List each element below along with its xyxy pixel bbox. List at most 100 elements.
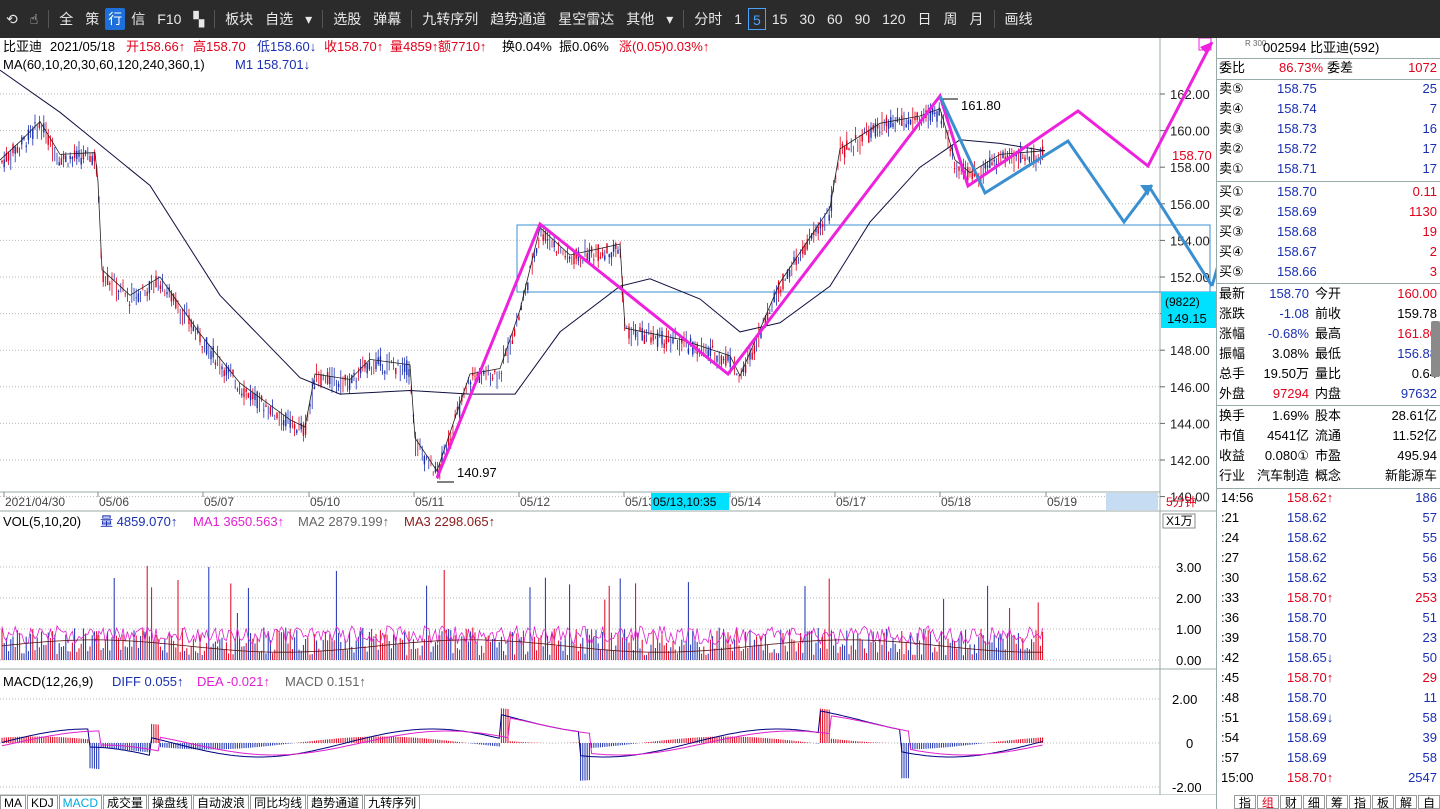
date-tick-label: 05/12 (520, 495, 550, 509)
toolbar-item-zixuan[interactable]: 自选 (259, 8, 299, 30)
date-tick-label: 05/07 (204, 495, 234, 509)
order-label: 卖④ (1219, 101, 1244, 116)
panel-tab[interactable]: 筹 (1325, 795, 1348, 809)
toolbar-item-huaxian[interactable]: 画线 (999, 8, 1039, 30)
panel-tab[interactable]: 指 (1348, 795, 1371, 809)
header-amplitude: 振0.06% (559, 39, 609, 54)
tick-row: :45 158.70↑ 29 (1217, 668, 1440, 688)
kline-chart[interactable]: 比亚迪 2021/05/18 开158.66↑ 高158.70 低158.60↓… (0, 38, 1216, 795)
tick-price: 158.69 (1287, 730, 1327, 745)
indicator-tab-volume[interactable]: 成交量 (103, 795, 148, 809)
order-volume: 19 (1422, 224, 1437, 239)
indicator-tab-jiuzhuan[interactable]: 九转序列 (364, 795, 421, 809)
tick-row: 15:00 158.70↑ 2547 (1217, 768, 1440, 788)
toolbar-item-quan[interactable]: 全 (53, 8, 79, 30)
indicator-tab-tongbi[interactable]: 同比均线 (250, 795, 307, 809)
period-week[interactable]: 周 (938, 8, 964, 30)
window-icon[interactable]: ▚ (187, 8, 210, 30)
indicator-tab-macd[interactable]: MACD (58, 795, 103, 809)
date-tick-label: 05/14 (731, 495, 761, 509)
stat-row: 涨幅 -0.68% 最高 161.80 (1217, 324, 1440, 344)
period-30[interactable]: 30 (793, 8, 821, 30)
tick-row: :36 158.70 51 (1217, 608, 1440, 628)
panel-tab[interactable]: 组 (1256, 795, 1279, 809)
back-icon[interactable]: ⟲ (0, 8, 24, 30)
toolbar-item-hang[interactable]: 行 (105, 8, 126, 30)
toolbar-divider (993, 10, 995, 28)
panel-scrollbar[interactable] (1431, 321, 1440, 377)
toolbar-item-xuangu[interactable]: 选股 (327, 8, 367, 30)
period-month[interactable]: 月 (964, 8, 990, 30)
indicator-tab-qushi[interactable]: 趋势通道 (307, 795, 364, 809)
period-1[interactable]: 1 (728, 8, 748, 30)
toolbar-item-qita[interactable]: 其他 (620, 8, 660, 30)
magenta-wave-arrow[interactable] (435, 41, 1214, 479)
blue-wave-arrow[interactable] (938, 95, 1154, 225)
vol-ma3: MA3 2298.065↑ (404, 514, 495, 529)
chevron-down-icon[interactable]: ▾ (660, 8, 679, 30)
panel-tab[interactable]: 解 (1394, 795, 1417, 809)
sell-order-row: 卖④ 158.74 7 (1217, 99, 1440, 119)
indicator-tab-caopan[interactable]: 操盘线 (148, 795, 193, 809)
indicator-tab-wave[interactable]: 自动波浪 (193, 795, 250, 809)
indicator-tab-ma[interactable]: MA (0, 795, 26, 809)
period-60[interactable]: 60 (821, 8, 849, 30)
tick-time: :54 (1221, 730, 1240, 745)
chevron-down-icon[interactable]: ▾ (299, 8, 318, 30)
tick-time: :45 (1221, 670, 1240, 685)
tick-time: :39 (1221, 630, 1240, 645)
indicator-tab-kdj[interactable]: KDJ (27, 795, 58, 809)
toolbar-item-xingkong[interactable]: 星空雷达 (552, 8, 620, 30)
tick-volume: 51 (1422, 610, 1437, 625)
panel-tab[interactable]: 板 (1371, 795, 1394, 809)
period-15[interactable]: 15 (766, 8, 794, 30)
period-120[interactable]: 120 (876, 8, 911, 30)
date-tick-label: 05/13 (625, 495, 655, 509)
macd-tick-label: 2.00 (1172, 692, 1197, 707)
period-label: 5分钟 (1166, 494, 1197, 509)
weibi-value: 86.73% (1279, 60, 1324, 75)
order-label: 卖② (1219, 141, 1244, 156)
order-label: 买① (1219, 184, 1244, 199)
header-high: 高158.70 (193, 39, 246, 54)
hand-icon[interactable]: ☝ (24, 8, 45, 30)
panel-tabs: 指组财细筹指板解自 (1216, 795, 1440, 809)
price-tick-label: 160.00 (1170, 124, 1210, 139)
panel-tab[interactable]: 自 (1417, 795, 1440, 809)
toolbar-item-qushi[interactable]: 趋势通道 (484, 8, 552, 30)
toolbar-item-danmu[interactable]: 弹幕 (367, 8, 407, 30)
period-90[interactable]: 90 (849, 8, 877, 30)
period-fenshi[interactable]: 分时 (688, 8, 728, 30)
tick-volume: 2547 (1408, 770, 1437, 785)
stat-label: 市值 (1219, 428, 1246, 443)
vol-value: 量 4859.070↑ (100, 514, 177, 529)
stat-value: 1.69% (1272, 408, 1309, 423)
toolbar-item-jiuzhuan[interactable]: 九转序列 (416, 8, 484, 30)
tick-volume: 186 (1415, 490, 1437, 505)
tick-volume: 39 (1422, 730, 1437, 745)
order-price: 158.70 (1277, 184, 1317, 199)
toolbar-item-xin[interactable]: 信 (125, 8, 151, 30)
panel-tab[interactable]: 财 (1279, 795, 1302, 809)
tick-time: 15:00 (1221, 770, 1254, 785)
date-tick-label: 2021/04/30 (5, 495, 65, 509)
scroll-thumb[interactable] (1106, 493, 1158, 510)
panel-title-row: R 300 002594 比亚迪(592) (1217, 38, 1440, 58)
macd-tick-label: -2.00 (1172, 780, 1202, 795)
order-label: 买⑤ (1219, 264, 1244, 279)
sell-order-row: 卖③ 158.73 16 (1217, 119, 1440, 139)
stat-value: 0.080① (1264, 448, 1309, 463)
toolbar-item-bankuai[interactable]: 板块 (219, 8, 259, 30)
toolbar-item-f10[interactable]: F10 (151, 8, 187, 30)
period-5[interactable]: 5 (748, 8, 766, 30)
stat-label: 内盘 (1315, 386, 1342, 401)
tick-row: 14:56 158.62↑ 186 (1217, 488, 1440, 508)
panel-tab[interactable]: 指 (1233, 795, 1256, 809)
top-toolbar: ⟲ ☝ 全 策 行 信 F10 ▚ 板块 自选 ▾ 选股 弹幕 九转序列 趋势通… (0, 0, 1440, 38)
toolbar-item-ce[interactable]: 策 (79, 8, 105, 30)
period-day[interactable]: 日 (912, 8, 938, 30)
price-tick-label: 144.00 (1170, 416, 1210, 431)
tick-time: :33 (1221, 590, 1240, 605)
macd-tick-label: 0 (1186, 736, 1193, 751)
panel-tab[interactable]: 细 (1302, 795, 1325, 809)
